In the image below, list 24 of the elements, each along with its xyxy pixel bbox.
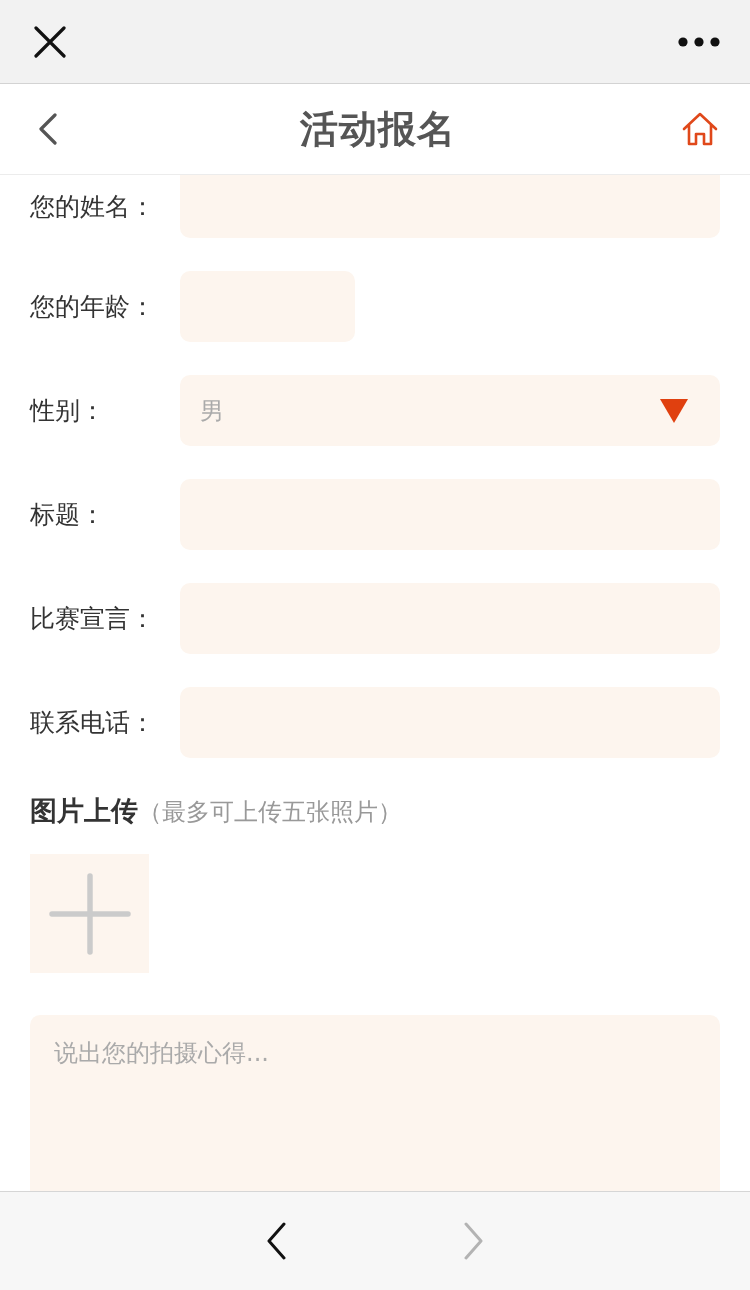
back-button[interactable]	[38, 113, 58, 145]
page-title: 活动报名	[300, 105, 456, 153]
home-icon	[682, 112, 718, 146]
add-photo-button[interactable]	[30, 854, 149, 973]
chevron-left-icon	[266, 1222, 287, 1260]
plus-icon	[48, 872, 131, 955]
back-icon	[38, 113, 58, 145]
caret-icon	[660, 398, 688, 423]
more-button[interactable]	[678, 36, 720, 47]
comment-field[interactable]: 说出您的拍摄心得...	[30, 1015, 720, 1191]
home-button[interactable]	[682, 112, 718, 146]
field-label: 您的年龄：	[30, 291, 156, 323]
more-icon	[678, 36, 720, 47]
close-button[interactable]	[34, 25, 66, 58]
section-title: 图片上传	[30, 794, 138, 828]
field-label: 标题：	[30, 499, 106, 531]
field-label: 联系电话：	[30, 707, 156, 739]
field-label: 性别：	[30, 395, 106, 427]
upload-hint: （最多可上传五张照片）	[138, 797, 402, 828]
chevron-right-icon	[463, 1222, 484, 1260]
field-label: 您的姓名：	[30, 191, 156, 223]
field-label: 比赛宣言：	[30, 603, 156, 635]
close-icon	[34, 25, 66, 58]
dropdown-field[interactable]: 男	[180, 375, 720, 446]
